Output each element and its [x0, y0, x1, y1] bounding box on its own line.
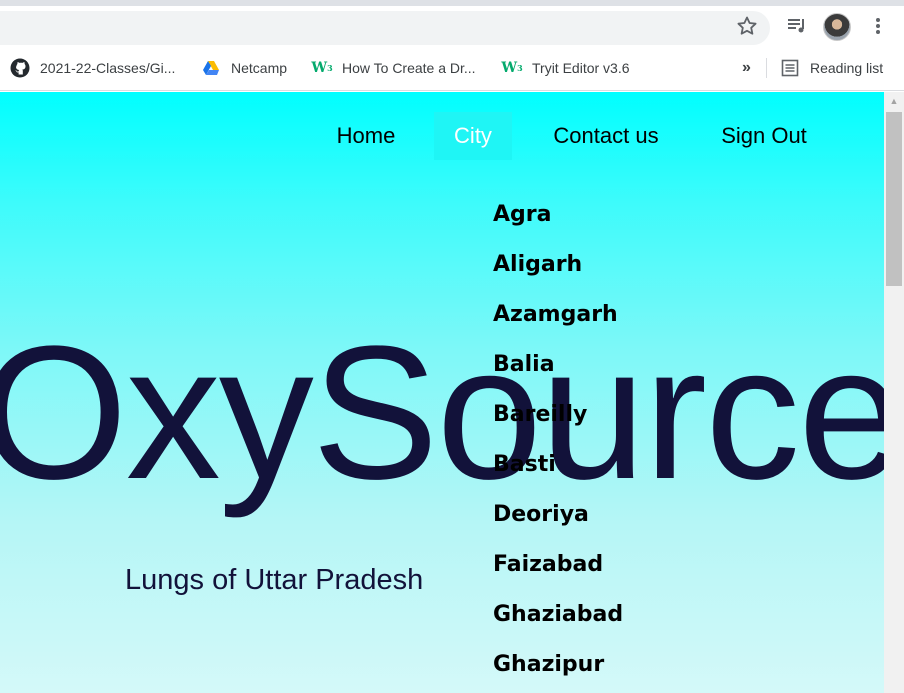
city-item-azamgarh[interactable]: Azamgarh: [493, 300, 623, 350]
city-item-basti[interactable]: Basti: [493, 450, 623, 500]
reading-list-button[interactable]: Reading list: [780, 57, 883, 79]
google-drive-icon: [201, 58, 221, 78]
bookmark-item[interactable]: W3 How To Create a Dr...: [311, 57, 476, 79]
reading-list-icon: [780, 58, 800, 78]
reading-list-label: Reading list: [810, 60, 884, 76]
github-icon: [10, 58, 30, 78]
bookmark-item[interactable]: W3 Tryit Editor v3.6: [501, 57, 630, 79]
scrollbar-thumb[interactable]: [886, 112, 902, 286]
city-item-ghaziabad[interactable]: Ghaziabad: [493, 600, 623, 650]
nav-city-link[interactable]: City: [434, 112, 512, 160]
nav-contact-link[interactable]: Contact us: [538, 112, 674, 160]
bookmark-item[interactable]: 2021-22-Classes/Gi...: [10, 57, 175, 79]
hero-subtitle: Lungs of Uttar Pradesh: [125, 564, 424, 596]
bookmark-star-icon[interactable]: [735, 14, 759, 38]
media-control-icon[interactable]: [785, 14, 809, 38]
city-item-balia[interactable]: Balia: [493, 350, 623, 400]
bookmark-label: Netcamp: [231, 60, 288, 76]
nav-home-link[interactable]: Home: [326, 112, 406, 160]
page-viewport: Home City Contact us Sign Out OxySource …: [0, 92, 884, 693]
more-bookmarks-button[interactable]: »: [742, 57, 751, 79]
profile-avatar[interactable]: [823, 13, 851, 41]
city-item-ghazipur[interactable]: Ghazipur: [493, 650, 623, 693]
city-item-deoriya[interactable]: Deoriya: [493, 500, 623, 550]
city-item-aligarh[interactable]: Aligarh: [493, 250, 623, 300]
city-dropdown: Agra Aligarh Azamgarh Balia Bareilly Bas…: [493, 200, 623, 693]
browser-toolbar: [0, 6, 904, 46]
city-item-agra[interactable]: Agra: [493, 200, 623, 250]
scroll-up-arrow-icon[interactable]: ▲: [884, 92, 904, 110]
bookmark-label: Tryit Editor v3.6: [532, 60, 630, 76]
address-bar[interactable]: [0, 11, 770, 45]
city-item-bareilly[interactable]: Bareilly: [493, 400, 623, 450]
bookmark-label: How To Create a Dr...: [342, 60, 476, 76]
bookmarks-bar: 2021-22-Classes/Gi... Netcamp W3 How To …: [0, 46, 904, 91]
bookmark-label: 2021-22-Classes/Gi...: [40, 60, 176, 76]
kebab-menu-icon[interactable]: [866, 14, 890, 38]
bookmarks-divider: [766, 58, 767, 78]
w3schools-icon: W3: [501, 60, 523, 76]
w3schools-icon: W3: [311, 60, 333, 76]
page-scrollbar[interactable]: ▲: [884, 92, 904, 693]
nav-signout-link[interactable]: Sign Out: [710, 112, 818, 160]
city-item-faizabad[interactable]: Faizabad: [493, 550, 623, 600]
hero-title: OxySource: [0, 307, 884, 519]
bookmark-item[interactable]: Netcamp: [201, 57, 287, 79]
